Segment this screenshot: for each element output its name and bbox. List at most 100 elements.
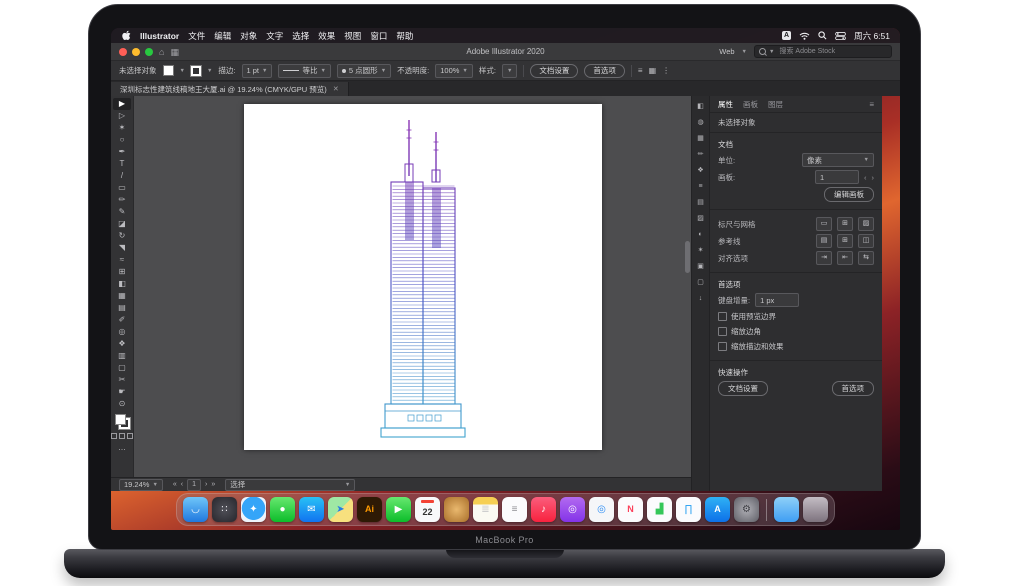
artboard-tool[interactable]: ▢ [113,362,131,374]
hand-tool[interactable]: ☛ [113,386,131,398]
appearance-panel-icon[interactable]: ◐ [694,229,707,240]
show-guides-icon[interactable]: ▤ [816,234,832,248]
snap-to-point-icon[interactable]: ⇆ [858,251,874,265]
previous-icon[interactable]: ‹ [864,173,867,182]
unit-select[interactable]: 像素▼ [802,153,874,167]
apple-logo-icon[interactable] [121,30,131,41]
preview-bounds-checkbox[interactable] [718,312,727,321]
artboard-number-field[interactable]: 1 [187,479,201,491]
trash-dock-icon[interactable] [803,497,828,522]
quick-document-setup-button[interactable]: 文档设置 [718,381,768,396]
stroke-weight-stepper[interactable]: 1 pt▼ [242,64,273,78]
search-input[interactable] [777,47,887,56]
menubar-app-name[interactable]: Illustrator [140,31,179,41]
music-dock-icon[interactable]: ♪ [531,497,556,522]
maps-dock-icon[interactable]: ➤ [328,497,353,522]
edit-toolbar-icon[interactable]: … [118,443,126,452]
align-icon[interactable]: ≡ [638,66,643,75]
opacity-select[interactable]: 100%▼ [435,64,473,78]
scrollbar-thumb[interactable] [685,241,690,273]
pencil-tool[interactable]: ✎ [113,206,131,218]
reminders-dock-icon[interactable]: ≡ [502,497,527,522]
tab-layers[interactable]: 图层 [768,99,783,110]
menu-help[interactable]: 帮助 [396,30,413,42]
snap-to-pixel-icon[interactable]: ⇤ [837,251,853,265]
gradient-tool[interactable]: ▤ [113,302,131,314]
lock-guides-icon[interactable]: ⊞ [837,234,853,248]
calendar-dock-icon[interactable]: 22 [415,497,440,522]
brushes-panel-icon[interactable]: ✏ [694,149,707,160]
direct-selection-tool[interactable]: ▷ [113,110,131,122]
show-rulers-icon[interactable]: ▭ [816,217,832,231]
scale-strokes-effects-checkbox[interactable] [718,342,727,351]
finder-dock-icon[interactable]: ◡ [183,497,208,522]
messages-dock-icon[interactable]: ● [270,497,295,522]
graphic-styles-panel-icon[interactable]: ✶ [694,245,707,256]
artboard[interactable] [244,104,602,450]
menu-type[interactable]: 文字 [266,30,283,42]
eyedropper-tool[interactable]: ✐ [113,314,131,326]
notes-dock-icon[interactable]: ≣ [473,497,498,522]
shape-builder-tool[interactable]: ◧ [113,278,131,290]
keyboard-increment-field[interactable]: 1 px [755,293,799,307]
arrange-grid-icon[interactable]: ▦ [649,66,657,75]
downloads-folder-dock-icon[interactable] [774,497,799,522]
rotate-tool[interactable]: ↻ [113,230,131,242]
fill-color-swatch[interactable] [115,414,126,425]
panel-menu-icon[interactable]: ≡ [869,100,874,109]
zoom-tool[interactable]: ⊙ [113,398,131,410]
more-options-icon[interactable]: ⋮ [662,66,670,75]
width-profile-select[interactable]: 等比▼ [278,64,330,78]
canvas[interactable] [134,96,691,477]
rectangle-tool[interactable]: ▭ [113,182,131,194]
draw-inside-mode-icon[interactable] [127,433,133,439]
document-tab[interactable]: 深圳标志性建筑线稿地王大厦.ai @ 19.24% (CMYK/GPU 预览) … [111,82,349,96]
eraser-tool[interactable]: ◪ [113,218,131,230]
illustrator-dock-icon[interactable]: Ai [357,497,382,522]
blend-tool[interactable]: ◎ [113,326,131,338]
preferences-button[interactable]: 首选项 [584,64,625,78]
facetime-dock-icon[interactable]: ▶ [386,497,411,522]
mail-dock-icon[interactable]: ✉ [299,497,324,522]
wifi-icon[interactable] [799,32,810,40]
draw-behind-mode-icon[interactable] [119,433,125,439]
type-tool[interactable]: T [113,158,131,170]
symbol-sprayer-tool[interactable]: ❖ [113,338,131,350]
column-graph-tool[interactable]: ▥ [113,350,131,362]
paintbrush-tool[interactable]: ✏ [113,194,131,206]
zoom-button[interactable] [145,48,153,56]
control-center-icon[interactable] [835,32,846,40]
system-preferences-dock-icon[interactable]: ⚙ [734,497,759,522]
menu-view[interactable]: 视图 [344,30,361,42]
find-my-dock-icon[interactable]: ◎ [589,497,614,522]
close-button[interactable] [119,48,127,56]
artboards-panel-icon[interactable]: ▢ [694,277,707,288]
safari-dock-icon[interactable]: ✦ [241,497,266,522]
pen-tool[interactable]: ✒ [113,146,131,158]
status-tool-display[interactable]: 选择▼ [225,479,355,491]
document-setup-button[interactable]: 文档设置 [530,64,578,78]
menu-select[interactable]: 选择 [292,30,309,42]
layout-grid-icon[interactable]: ▦ [170,47,179,57]
stock-search[interactable]: ▼ [754,45,892,58]
transparency-panel-icon[interactable]: ▨ [694,213,707,224]
previous-artboard-icon[interactable]: ‹ [181,481,183,488]
menu-object[interactable]: 对象 [240,30,257,42]
color-guide-panel-icon[interactable]: ◍ [694,117,707,128]
vertical-scrollbar[interactable] [685,98,690,475]
selection-tool[interactable]: ▶ [113,98,131,110]
width-tool[interactable]: ≈ [113,254,131,266]
close-tab-icon[interactable]: ✕ [333,85,339,93]
gradient-panel-icon[interactable]: ▤ [694,197,707,208]
numbers-dock-icon[interactable]: ▟ [647,497,672,522]
snap-to-grid-icon[interactable]: ⇥ [816,251,832,265]
app-store-dock-icon[interactable]: A [705,497,730,522]
next-icon[interactable]: › [872,173,875,182]
menu-effect[interactable]: 效果 [318,30,335,42]
podcasts-dock-icon[interactable]: ◎ [560,497,585,522]
make-guides-icon[interactable]: ◫ [858,234,874,248]
artboard-count-field[interactable]: 1 [815,170,859,184]
input-source-icon[interactable]: A [782,31,791,40]
free-transform-tool[interactable]: ⊞ [113,266,131,278]
swatches-panel-icon[interactable]: ▦ [694,133,707,144]
